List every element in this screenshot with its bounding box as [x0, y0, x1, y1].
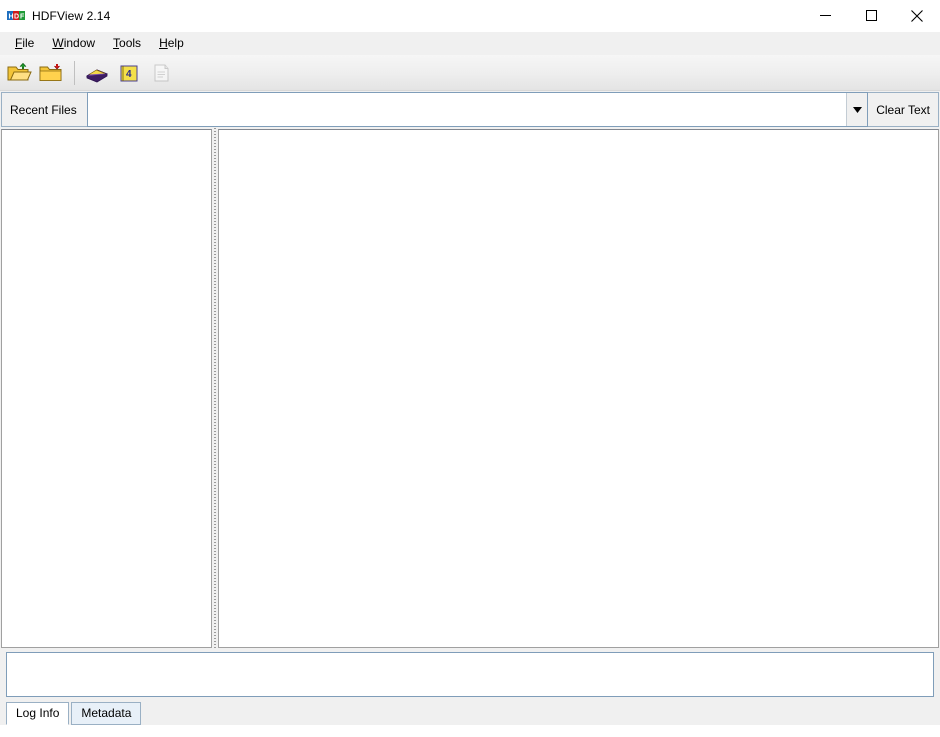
close-button[interactable]: [894, 0, 940, 31]
maximize-icon: [865, 10, 877, 21]
open-file-button[interactable]: [4, 58, 34, 88]
document-icon: [154, 64, 169, 81]
svg-text:H: H: [9, 13, 14, 20]
toolbar-separator: [74, 60, 75, 85]
close-file-button[interactable]: [36, 58, 66, 88]
bottom-panel: Log Info Metadata: [0, 649, 940, 725]
main-area: [0, 128, 940, 649]
tab-metadata[interactable]: Metadata: [71, 702, 142, 725]
window-title: HDFView 2.14: [32, 8, 111, 23]
recent-files-combo[interactable]: [86, 92, 869, 127]
toolbar: 4: [0, 55, 940, 91]
data-content-panel[interactable]: [218, 129, 939, 648]
recent-files-dropdown-button[interactable]: [846, 93, 868, 126]
title-bar: H D F HDFView 2.14: [0, 0, 940, 32]
hdf4-book-icon: [85, 68, 109, 82]
maximize-button[interactable]: [848, 0, 894, 31]
file-tree-panel[interactable]: [1, 129, 212, 648]
log-text-area[interactable]: [6, 652, 934, 697]
recent-files-input[interactable]: [87, 93, 847, 126]
hdf5-book-icon: 4: [120, 65, 138, 81]
tab-log-info[interactable]: Log Info: [6, 702, 70, 725]
closed-folder-icon: [39, 63, 62, 81]
bottom-tabstrip: Log Info Metadata: [0, 701, 940, 725]
minimize-button[interactable]: [802, 0, 848, 31]
recent-files-bar: Recent Files Clear Text: [0, 91, 940, 128]
window-controls: [802, 0, 940, 31]
menu-bar: File Window Tools Help: [0, 32, 940, 55]
minimize-icon: [819, 15, 831, 16]
menu-item-tools[interactable]: Tools: [104, 34, 150, 53]
hdf5-library-button[interactable]: 4: [114, 58, 144, 88]
svg-text:F: F: [20, 13, 25, 20]
svg-text:4: 4: [126, 69, 132, 80]
clear-text-button[interactable]: Clear Text: [868, 92, 939, 127]
hdf4-library-button[interactable]: [82, 58, 112, 88]
help-page-button[interactable]: [146, 58, 176, 88]
chevron-down-icon: [852, 106, 862, 113]
splitter-grip: [214, 128, 216, 649]
svg-text:D: D: [14, 13, 19, 20]
menu-item-window[interactable]: Window: [43, 34, 104, 53]
close-icon: [911, 9, 923, 22]
panel-splitter[interactable]: [212, 128, 218, 649]
open-folder-icon: [7, 62, 32, 80]
menu-item-help[interactable]: Help: [150, 34, 193, 53]
recent-files-label: Recent Files: [1, 92, 87, 127]
hdf-logo-icon: H D F: [7, 8, 25, 24]
menu-item-file[interactable]: File: [6, 34, 43, 53]
